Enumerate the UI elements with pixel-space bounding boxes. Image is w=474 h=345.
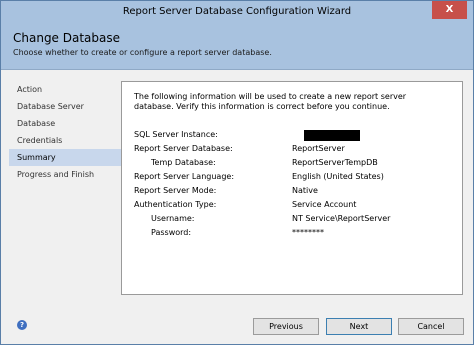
wizard-window: Report Server Database Configuration Wiz… (0, 0, 474, 345)
close-button[interactable]: X (432, 1, 467, 19)
previous-button[interactable]: Previous (253, 318, 319, 335)
summary-label: Username: (151, 214, 195, 223)
redacted-value (304, 130, 360, 141)
page-header: Change Database Choose whether to create… (1, 25, 473, 70)
nav-item-credentials[interactable]: Credentials (9, 132, 121, 149)
summary-value: ReportServerTempDB (292, 158, 378, 167)
nav-item-summary[interactable]: Summary (9, 149, 121, 166)
summary-label: Authentication Type: (134, 200, 217, 209)
nav-item-action[interactable]: Action (9, 81, 121, 98)
summary-value: NT Service\ReportServer (292, 214, 391, 223)
summary-label: Report Server Database: (134, 144, 233, 153)
summary-value: ******** (292, 228, 324, 237)
summary-label: Report Server Language: (134, 172, 235, 181)
summary-value: Native (292, 186, 318, 195)
nav-item-database[interactable]: Database (9, 115, 121, 132)
window-title: Report Server Database Configuration Wiz… (122, 6, 352, 17)
nav-item-database-server[interactable]: Database Server (9, 98, 121, 115)
nav-item-progress-and-finish[interactable]: Progress and Finish (9, 166, 121, 183)
summary-panel: The following information will be used t… (121, 81, 463, 295)
next-button[interactable]: Next (326, 318, 392, 335)
summary-label: Temp Database: (151, 158, 216, 167)
summary-label: Password: (151, 228, 192, 237)
summary-label: SQL Server Instance: (134, 130, 218, 139)
title-bar[interactable]: Report Server Database Configuration Wiz… (1, 1, 473, 25)
summary-label: Report Server Mode: (134, 186, 217, 195)
wizard-footer: ? Previous Next Cancel (1, 307, 473, 344)
page-subtitle: Choose whether to create or configure a … (13, 48, 272, 57)
help-icon[interactable]: ? (17, 320, 27, 330)
summary-value: ReportServer (292, 144, 345, 153)
page-title: Change Database (13, 31, 121, 45)
wizard-steps-nav: Action Database Server Database Credenti… (9, 81, 121, 183)
summary-intro-text: The following information will be used t… (134, 92, 407, 111)
cancel-button[interactable]: Cancel (398, 318, 464, 335)
summary-value: English (United States) (292, 172, 384, 181)
summary-value: Service Account (292, 200, 357, 209)
